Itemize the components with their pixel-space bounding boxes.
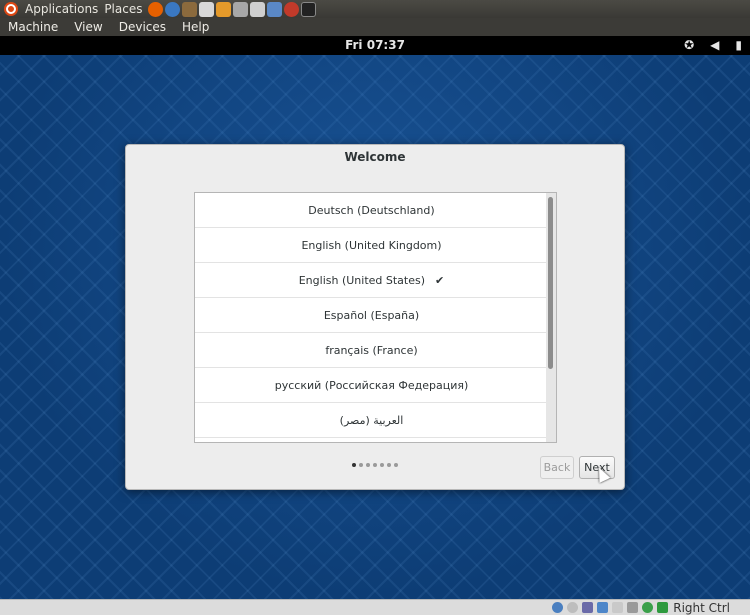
volume-icon[interactable]: ◀ [710,38,719,52]
thunderbird-icon[interactable] [165,1,181,17]
language-item-deutsch[interactable]: Deutsch (Deutschland) [195,193,548,228]
gnome-top-bar: Fri 07:37 ✪ ◀ ▮ [0,36,750,55]
page-dot [352,463,356,467]
hard-disk-icon[interactable] [552,602,564,613]
clock[interactable]: Fri 07:37 [0,38,750,52]
page-dot [359,463,363,467]
usb-icon[interactable] [582,602,594,613]
applications-menu[interactable]: Applications [22,2,101,16]
accessibility-icon[interactable]: ✪ [684,38,694,52]
firefox-icon[interactable] [148,1,164,17]
launcher-strip [148,1,317,17]
shared-folders-icon[interactable] [612,602,624,613]
virtualbox-icon[interactable] [267,1,283,17]
gimp-icon[interactable] [182,1,198,17]
folder-icon[interactable] [216,1,232,17]
system-status-area: ✪ ◀ ▮ [684,38,742,52]
page-indicator [352,463,398,467]
dialog-title: Welcome [344,150,406,164]
language-item-francais[interactable]: français (France) [195,333,548,368]
optical-drive-icon[interactable] [567,602,579,613]
games-icon[interactable] [233,1,249,17]
screenshot-icon[interactable] [250,1,266,17]
check-mark-icon: ✔ [435,273,445,287]
back-button[interactable]: Back [540,456,574,479]
page-dot [394,463,398,467]
welcome-dialog: Welcome Deutsch (Deutschland) English (U… [125,144,625,490]
text-editor-icon[interactable] [199,1,215,17]
host-key-label: Right Ctrl [673,600,730,615]
view-menu[interactable]: View [66,20,110,34]
network-icon[interactable] [597,602,609,613]
host-menu: Applications Places [22,0,145,18]
language-item-arabic[interactable]: العربية (مصر) [195,403,548,438]
mouse-integration-icon[interactable] [642,602,654,613]
page-dot [373,463,377,467]
language-item-russian[interactable]: русский (Российская Федерация) [195,368,548,403]
page-dot [366,463,370,467]
terminal-icon[interactable] [301,1,317,17]
ruby-icon[interactable] [284,1,300,17]
machine-menu[interactable]: Machine [0,20,66,34]
language-item-english-uk[interactable]: English (United Kingdom) [195,228,548,263]
language-item-espanol[interactable]: Español (España) [195,298,548,333]
ubuntu-logo-icon[interactable] [4,2,18,16]
display-icon[interactable] [627,602,639,613]
places-menu[interactable]: Places [101,2,145,16]
language-list-scrollbar[interactable] [546,193,556,442]
host-top-panel: Applications Places [0,0,750,18]
host-key-icon[interactable] [657,602,669,613]
vm-statusbar: Right Ctrl [0,599,750,615]
battery-icon[interactable]: ▮ [735,38,742,52]
page-dot [380,463,384,467]
language-list[interactable]: Deutsch (Deutschland) English (United Ki… [194,192,557,443]
vm-menubar: Machine View Devices Help [0,18,750,36]
page-dot [387,463,391,467]
help-menu[interactable]: Help [174,20,217,34]
language-item-english-us[interactable]: English (United States) ✔ [195,263,548,298]
scrollbar-thumb[interactable] [548,197,553,369]
devices-menu[interactable]: Devices [111,20,174,34]
